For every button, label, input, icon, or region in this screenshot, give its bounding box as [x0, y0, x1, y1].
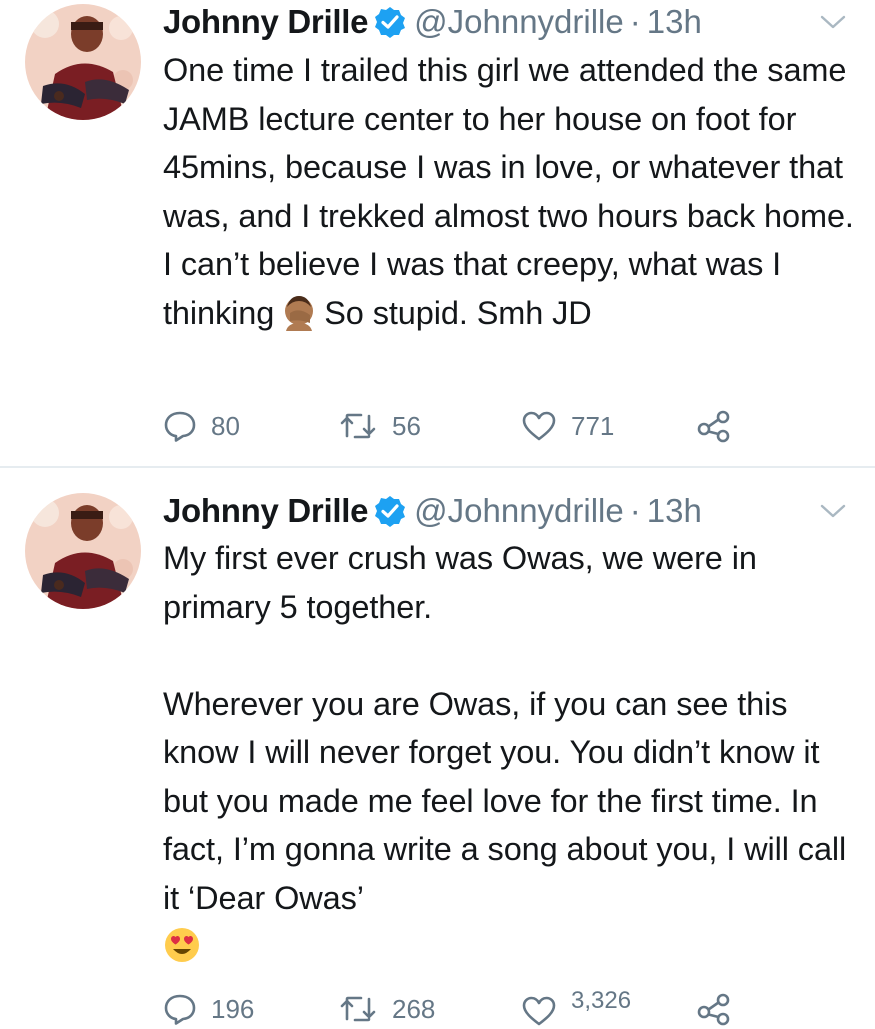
chevron-down-icon[interactable] — [818, 501, 848, 521]
tweet-header: Johnny Drille @Johnnydrille · 13h — [163, 0, 702, 44]
reply-button[interactable]: 196 — [163, 989, 254, 1029]
tweet-actions: 196 268 3,326 — [163, 987, 763, 1029]
avatar[interactable] — [25, 4, 141, 120]
like-icon — [522, 411, 556, 441]
separator-dot: · — [629, 3, 641, 40]
verified-badge-icon — [374, 6, 406, 38]
chevron-down-icon[interactable] — [818, 12, 848, 32]
display-name[interactable]: Johnny Drille — [163, 492, 368, 530]
share-icon — [697, 410, 730, 443]
separator-dot: · — [629, 492, 641, 529]
heart-eyes-emoji — [163, 926, 201, 964]
like-icon — [522, 996, 556, 1026]
reply-icon — [164, 994, 196, 1025]
tweet-text-body: One time I trailed this girl we attended… — [163, 52, 863, 331]
like-button[interactable]: 3,326 — [521, 987, 632, 1029]
like-count: 3,326 — [571, 987, 632, 1014]
avatar[interactable] — [25, 493, 141, 609]
timestamp[interactable]: 13h — [647, 492, 702, 530]
reply-icon — [164, 411, 196, 442]
tweet-text-tail: So stupid. Smh JD — [324, 294, 592, 331]
timestamp[interactable]: 13h — [647, 3, 702, 41]
reply-button[interactable]: 80 — [163, 406, 240, 446]
retweet-button[interactable]: 268 — [338, 989, 435, 1029]
tweet-actions: 80 56 771 — [163, 406, 763, 446]
tweet[interactable]: Johnny Drille @Johnnydrille · 13h One ti… — [0, 0, 875, 468]
user-handle[interactable]: @Johnnydrille — [414, 492, 624, 530]
reply-count: 196 — [211, 993, 255, 1024]
verified-badge-icon — [374, 495, 406, 527]
display-name[interactable]: Johnny Drille — [163, 3, 368, 41]
tweet-text: My first ever crush was Owas, we were in… — [163, 534, 863, 971]
share-icon — [697, 993, 730, 1026]
face-palm-emoji — [280, 293, 318, 331]
share-button[interactable] — [696, 406, 746, 446]
retweet-icon — [340, 413, 376, 439]
user-handle[interactable]: @Johnnydrille — [414, 3, 624, 41]
reply-count: 80 — [211, 410, 240, 441]
tweet[interactable]: Johnny Drille @Johnnydrille · 13h My fir… — [0, 469, 875, 1026]
share-button[interactable] — [696, 989, 746, 1029]
retweet-button[interactable]: 56 — [338, 406, 421, 446]
retweet-icon — [340, 996, 376, 1022]
tweet-header: Johnny Drille @Johnnydrille · 13h — [163, 489, 702, 533]
tweet-divider — [0, 466, 875, 468]
retweet-count: 268 — [392, 993, 436, 1024]
like-count: 771 — [571, 410, 615, 441]
tweet-text-body: My first ever crush was Owas, we were in… — [163, 540, 847, 916]
tweet-text: One time I trailed this girl we attended… — [163, 46, 863, 337]
retweet-count: 56 — [392, 410, 421, 441]
like-button[interactable]: 771 — [521, 406, 614, 446]
